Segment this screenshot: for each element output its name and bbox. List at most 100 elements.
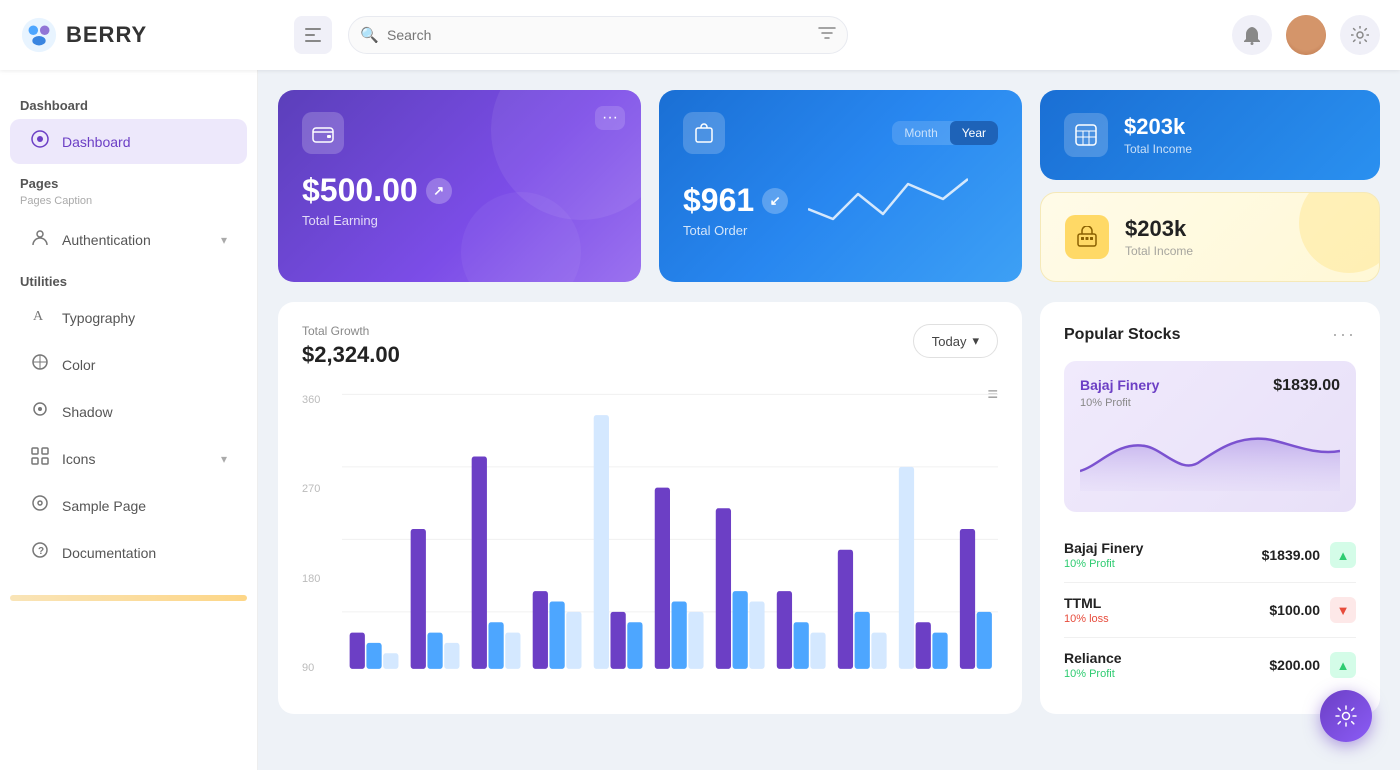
- total-earning-amount: $500.00 ↗: [302, 172, 617, 209]
- stocks-more-button[interactable]: ···: [1332, 324, 1356, 345]
- icons-icon: [30, 447, 50, 470]
- stock-trend-up-bajaj: ▲: [1330, 542, 1356, 568]
- earning-card-more-button[interactable]: ···: [595, 106, 625, 130]
- income-amount-1: $203k: [1124, 114, 1192, 140]
- logo-text: BERRY: [66, 22, 147, 48]
- logo-area: BERRY: [20, 16, 270, 54]
- sidebar-item-shadow-label: Shadow: [62, 404, 113, 420]
- stocks-card: Popular Stocks ··· Bajaj Finery $1839.00…: [1040, 302, 1380, 714]
- order-card-icon: [683, 112, 725, 154]
- stock-featured-name: Bajaj Finery: [1080, 377, 1159, 393]
- sidebar-item-dashboard[interactable]: Dashboard: [10, 119, 247, 164]
- header-right: [1232, 15, 1380, 55]
- wallet-icon: [312, 122, 334, 144]
- chart-y-labels: 360 270 180 90: [302, 384, 337, 674]
- today-filter-button[interactable]: Today ▾: [913, 324, 998, 358]
- chevron-down-icon: ▾: [972, 333, 979, 349]
- stock-profit-reliance: 10% Profit: [1064, 668, 1122, 680]
- total-income-card-yellow: $203k Total Income: [1040, 192, 1380, 282]
- bell-icon: [1243, 25, 1261, 45]
- chevron-down-icon: ▾: [221, 233, 227, 247]
- sidebar-item-sample-page[interactable]: Sample Page: [10, 483, 247, 528]
- bell-button[interactable]: [1232, 15, 1272, 55]
- sidebar-item-authentication-label: Authentication: [62, 232, 151, 248]
- sidebar-item-documentation[interactable]: ? Documentation: [10, 530, 247, 575]
- svg-text:A: A: [33, 309, 44, 324]
- stock-featured-profit: 10% Profit: [1080, 397, 1340, 409]
- stock-value-reliance: $200.00: [1269, 657, 1320, 673]
- sidebar-item-icons-label: Icons: [62, 451, 95, 467]
- top-cards-row: ··· $500.00 ↗ Total Earning: [278, 90, 1380, 282]
- right-cards: $203k Total Income: [1040, 90, 1380, 282]
- main-layout: Dashboard Dashboard Pages Pages Caption …: [0, 70, 1400, 770]
- stock-trend-up-reliance: ▲: [1330, 652, 1356, 678]
- sidebar-item-sample-page-label: Sample Page: [62, 498, 146, 514]
- sidebar-item-dashboard-label: Dashboard: [62, 134, 131, 150]
- color-icon: [30, 353, 50, 376]
- hamburger-button[interactable]: [294, 16, 332, 54]
- stock-trend-down-ttml: ▼: [1330, 597, 1356, 623]
- chart-info: Total Growth $2,324.00: [302, 324, 400, 368]
- earning-card-icon: [302, 112, 344, 154]
- avatar[interactable]: [1286, 15, 1326, 55]
- income-label-1: Total Income: [1124, 142, 1192, 156]
- total-order-card: Month Year $961 ↙ Total Order: [659, 90, 1022, 282]
- search-bar: 🔍: [348, 16, 848, 54]
- stock-row-bajaj: Bajaj Finery 10% Profit $1839.00 ▲: [1064, 528, 1356, 583]
- chart-area: ≡ 360 270 180 90: [302, 384, 998, 674]
- search-icon: 🔍: [360, 26, 379, 44]
- stocks-header: Popular Stocks ···: [1064, 324, 1356, 345]
- chart-amount: $2,324.00: [302, 342, 400, 368]
- sidebar-section-pages: Pages: [0, 168, 257, 195]
- sidebar-item-typography[interactable]: A Typography: [10, 295, 247, 340]
- table-icon: [1075, 124, 1097, 146]
- stock-value-bajaj: $1839.00: [1262, 547, 1320, 563]
- total-order-left: $961 ↙ Total Order: [683, 164, 788, 238]
- sidebar-item-color[interactable]: Color: [10, 342, 247, 387]
- stock-name-bajaj: Bajaj Finery: [1064, 540, 1143, 556]
- content-area: ··· $500.00 ↗ Total Earning: [258, 70, 1400, 770]
- authentication-icon: [30, 228, 50, 251]
- fab-button[interactable]: [1320, 690, 1372, 742]
- hamburger-icon: [305, 28, 321, 42]
- growth-chart-card: Total Growth $2,324.00 Today ▾ ≡ 360 270…: [278, 302, 1022, 714]
- filter-icon[interactable]: [818, 25, 836, 45]
- total-order-label: Total Order: [683, 223, 788, 238]
- shopping-icon: [693, 122, 715, 144]
- logo-icon: [20, 16, 58, 54]
- order-line-chart: [788, 164, 998, 234]
- sidebar-section-utilities: Utilities: [0, 266, 257, 293]
- income-icon-yellow: [1065, 215, 1109, 259]
- documentation-icon: ?: [30, 541, 50, 564]
- svg-text:?: ?: [38, 546, 44, 557]
- total-order-content: $961 ↙ Total Order: [683, 164, 998, 260]
- search-input[interactable]: [348, 16, 848, 54]
- order-trend-icon: ↙: [762, 188, 788, 214]
- earning-trend-icon: ↗: [426, 178, 452, 204]
- header: BERRY 🔍: [0, 0, 1400, 70]
- sidebar-section-dashboard: Dashboard: [0, 90, 257, 117]
- year-toggle-button[interactable]: Year: [950, 121, 998, 145]
- typography-icon: A: [30, 306, 50, 329]
- stock-row-reliance: Reliance 10% Profit $200.00 ▲: [1064, 638, 1356, 692]
- settings-button[interactable]: [1340, 15, 1380, 55]
- stock-name-ttml: TTML: [1064, 595, 1109, 611]
- stock-value-ttml: $100.00: [1269, 602, 1320, 618]
- sidebar-item-documentation-label: Documentation: [62, 545, 156, 561]
- fab-settings-icon: [1335, 705, 1357, 727]
- avatar-face: [1286, 15, 1326, 55]
- stock-profit-ttml: 10% loss: [1064, 613, 1109, 625]
- bottom-row: Total Growth $2,324.00 Today ▾ ≡ 360 270…: [278, 302, 1380, 714]
- income-amount-2: $203k: [1125, 216, 1193, 242]
- sidebar-item-typography-label: Typography: [62, 310, 135, 326]
- sidebar-item-authentication[interactable]: Authentication ▾: [10, 217, 247, 262]
- settings-icon: [1351, 26, 1369, 44]
- month-toggle-button[interactable]: Month: [892, 121, 949, 145]
- income-text-blue: $203k Total Income: [1124, 114, 1192, 156]
- sidebar-item-icons[interactable]: Icons ▾: [10, 436, 247, 481]
- total-order-amount: $961 ↙: [683, 182, 788, 219]
- sidebar-item-shadow[interactable]: Shadow: [10, 389, 247, 434]
- stocks-title: Popular Stocks: [1064, 326, 1180, 344]
- sidebar-pages-caption: Pages Caption: [0, 195, 257, 215]
- cash-register-icon: [1076, 226, 1098, 248]
